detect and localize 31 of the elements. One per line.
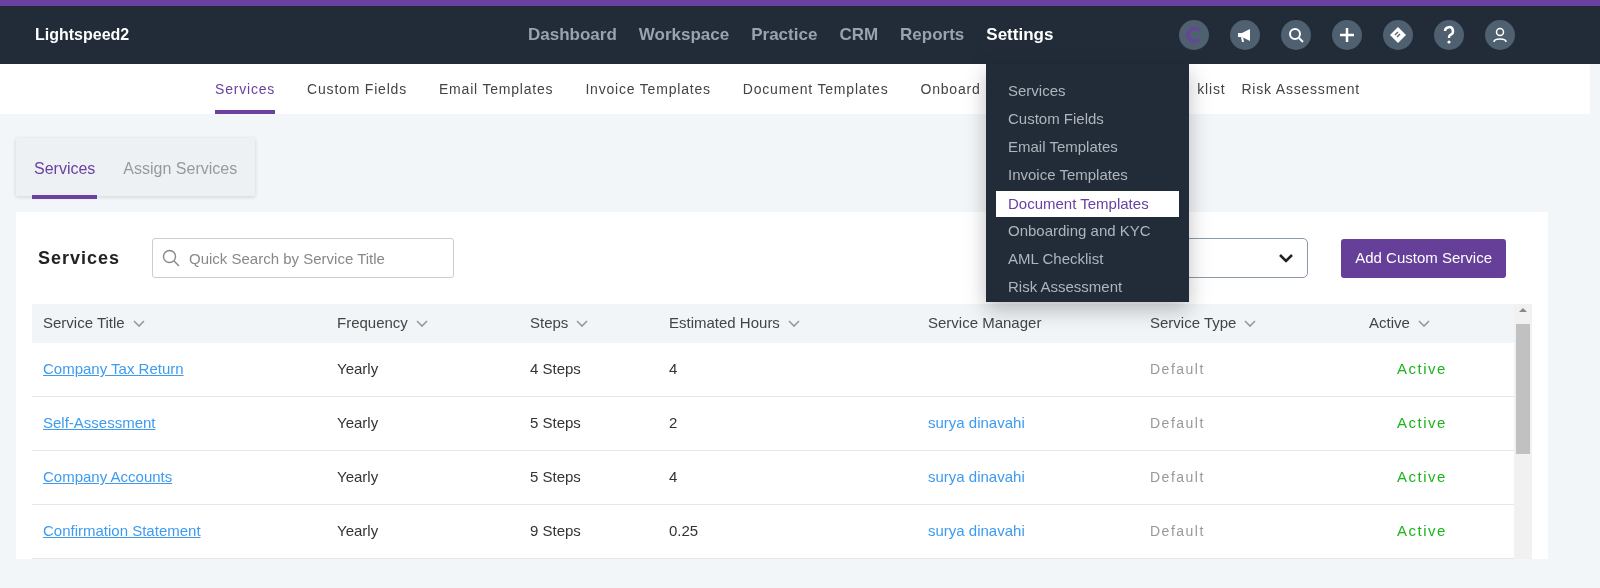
status-text: Active: [1396, 359, 1448, 380]
manager-name: surya dinavahi: [927, 467, 1026, 488]
column-label: Service Manager: [928, 313, 1042, 334]
table-cell-text: Yearly: [336, 467, 380, 488]
column-label: Estimated Hours: [669, 313, 780, 334]
table-cell-text: 2: [668, 413, 679, 434]
status-text: Active: [1396, 521, 1448, 542]
column-label: Service Type: [1150, 313, 1237, 334]
column-label: Active: [1369, 313, 1410, 334]
status-text: Active: [1396, 467, 1448, 488]
table-cell-text: 4: [668, 467, 679, 488]
table-cell-text: Default: [1149, 522, 1206, 541]
table-cell-text: 9 Steps: [529, 521, 582, 542]
table-cell-text: 0.25: [668, 521, 700, 542]
table-cell-text: Default: [1149, 360, 1206, 379]
table-cell-text: Default: [1149, 414, 1206, 433]
table-cell-text: Yearly: [336, 521, 380, 542]
column-label: Steps: [530, 313, 569, 334]
table-cell-text: 4 Steps: [529, 359, 582, 380]
manager-name: surya dinavahi: [927, 413, 1026, 434]
manager-name: surya dinavahi: [927, 521, 1026, 542]
table-cell-text: 5 Steps: [529, 413, 582, 434]
table-cell-text: 5 Steps: [529, 467, 582, 488]
column-label: Frequency: [337, 313, 408, 334]
column-label: Service Title: [43, 313, 125, 334]
table-cell-text: Yearly: [336, 413, 380, 434]
status-text: Active: [1396, 413, 1448, 434]
table-cell-text: Default: [1149, 468, 1206, 487]
table-cell-text: Yearly: [336, 359, 380, 380]
panel-title: Services: [37, 246, 122, 270]
table-cell-text: 4: [668, 359, 679, 380]
